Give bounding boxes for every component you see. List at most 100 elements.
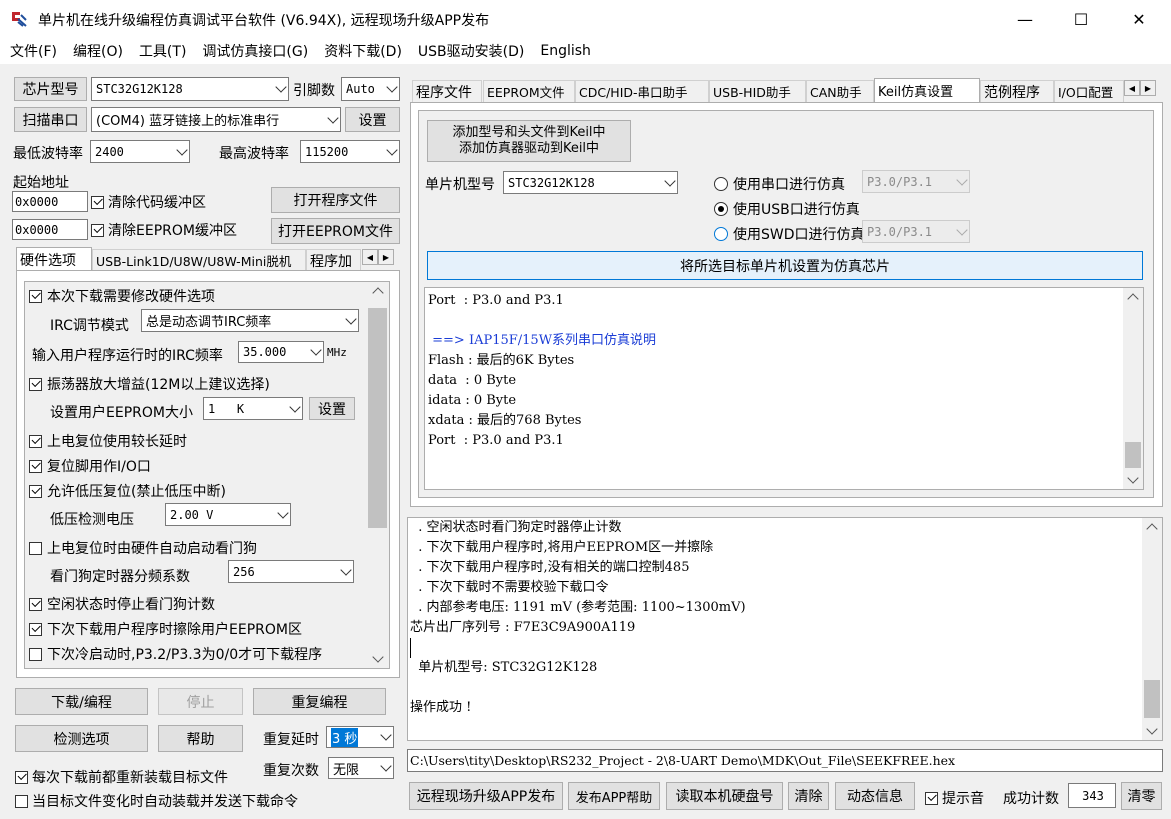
right-tab-scroll[interactable]: ◀ ▶ xyxy=(1124,80,1156,96)
reset-io-checkbox[interactable]: 复位脚用作I/O口 xyxy=(29,456,151,476)
scroll-thumb[interactable] xyxy=(368,308,387,528)
pin-count-select[interactable]: Auto xyxy=(341,77,400,101)
repeat-delay-select[interactable]: 3 秒 xyxy=(326,726,394,748)
code-address-input[interactable]: 0x0000 xyxy=(12,191,88,212)
menu-debug[interactable]: 调试仿真接口(G) xyxy=(192,41,314,61)
low-volt-reset-checkbox[interactable]: 允许低压复位(禁止低压中断) xyxy=(29,481,226,501)
irc-mode-select[interactable]: 总是动态调节IRC频率 xyxy=(141,309,359,332)
low-volt-select[interactable]: 2.00 V xyxy=(165,503,291,526)
scroll-thumb[interactable] xyxy=(1144,680,1160,718)
add-to-keil-button[interactable]: 添加型号和头文件到Keil中 添加仿真器驱动到Keil中 xyxy=(427,120,631,162)
repeat-program-button[interactable]: 重复编程 xyxy=(253,688,386,715)
menu-file[interactable]: 文件(F) xyxy=(0,41,63,61)
scan-port-button[interactable]: 扫描串口 xyxy=(14,107,87,132)
wdt-div-select[interactable]: 256 xyxy=(228,560,354,583)
menu-tools[interactable]: 工具(T) xyxy=(129,41,192,61)
scroll-up-icon[interactable] xyxy=(371,287,384,299)
max-baud-select[interactable]: 115200 xyxy=(300,140,400,163)
scroll-down-icon[interactable] xyxy=(1127,472,1139,484)
tab-hardware-options[interactable]: 硬件选项 xyxy=(16,247,92,271)
clear-log-button[interactable]: 清除 xyxy=(788,782,829,810)
reset-count-button[interactable]: 清零 xyxy=(1121,782,1162,810)
scroll-up-icon[interactable] xyxy=(1127,293,1139,305)
tab-keil-settings[interactable]: Keil仿真设置 xyxy=(874,78,980,102)
check-options-button[interactable]: 检测选项 xyxy=(15,725,148,752)
swd-sim-radio[interactable]: 使用SWD口进行仿真 xyxy=(714,224,865,244)
close-button[interactable]: ✕ xyxy=(1116,0,1162,38)
remote-upgrade-button[interactable]: 远程现场升级APP发布 xyxy=(409,782,563,810)
tab-left-icon[interactable]: ◀ xyxy=(362,249,378,265)
open-program-button[interactable]: 打开程序文件 xyxy=(271,187,400,213)
chip-type-button[interactable]: 芯片型号 xyxy=(14,77,87,101)
tab-io-config[interactable]: I/O口配置 xyxy=(1054,80,1124,102)
scroll-up-icon[interactable] xyxy=(1146,523,1158,535)
open-eeprom-button[interactable]: 打开EEPROM文件 xyxy=(271,218,400,244)
idle-wdt-checkbox[interactable]: 空闲状态时停止看门狗计数 xyxy=(29,594,215,614)
menu-usb-driver[interactable]: USB驱动安装(D) xyxy=(408,41,530,61)
osc-gain-checkbox[interactable]: 振荡器放大增益(12M以上建议选择) xyxy=(29,374,270,394)
menu-english[interactable]: English xyxy=(530,43,597,59)
set-sim-chip-button[interactable]: 将所选目标单片机设置为仿真芯片 xyxy=(427,251,1143,280)
erase-eeprom-checkbox[interactable]: 下次下载用户程序时擦除用户EEPROM区 xyxy=(29,619,302,639)
auto-send-checkbox[interactable]: 当目标文件变化时自动装载并发送下载命令 xyxy=(15,791,298,811)
maximize-button[interactable]: ☐ xyxy=(1058,0,1104,38)
eeprom-set-button[interactable]: 设置 xyxy=(309,397,355,420)
com-port-select[interactable]: (COM4) 蓝牙链接上的标准串行 xyxy=(91,107,341,132)
serial-port-select[interactable]: P3.0/P3.1 xyxy=(862,170,970,193)
sim-info-scrollbar[interactable] xyxy=(1123,288,1143,489)
app-icon xyxy=(10,10,28,28)
port-settings-button[interactable]: 设置 xyxy=(345,107,400,132)
eeprom-address-input[interactable]: 0x0000 xyxy=(12,219,88,240)
minimize-button[interactable]: — xyxy=(1002,0,1048,38)
idle-wdt-label: 空闲状态时停止看门狗计数 xyxy=(47,597,215,613)
swd-port-select[interactable]: P3.0/P3.1 xyxy=(862,220,970,243)
tab-usb-link[interactable]: USB-Link1D/U8W/U8W-Mini脱机 xyxy=(92,249,306,271)
reload-each-checkbox[interactable]: 每次下载前都重新装载目标文件 xyxy=(15,767,228,787)
tab-eeprom-file[interactable]: EEPROM文件 xyxy=(483,80,575,102)
read-disk-button[interactable]: 读取本机硬盘号 xyxy=(666,782,783,810)
menu-download[interactable]: 资料下载(D) xyxy=(314,41,408,61)
chevron-down-icon xyxy=(176,143,188,156)
tab-usb-hid[interactable]: USB-HID助手 xyxy=(709,80,806,102)
scroll-thumb[interactable] xyxy=(1125,442,1141,468)
clear-eeprom-checkbox[interactable]: 清除EEPROM缓冲区 xyxy=(91,220,237,240)
serial-sim-radio[interactable]: 使用串口进行仿真 xyxy=(714,174,845,194)
min-baud-select[interactable]: 2400 xyxy=(90,140,190,163)
tab-left-icon[interactable]: ◀ xyxy=(1124,80,1140,96)
success-count-value: 343 xyxy=(1068,783,1116,808)
log-output[interactable]: . 空闲状态时看门狗定时器停止计数 . 下次下载用户程序时,将用户EEPROM区… xyxy=(407,517,1163,741)
scroll-down-icon[interactable] xyxy=(371,651,384,663)
beep-checkbox[interactable]: 提示音 xyxy=(925,788,984,808)
log-scrollbar[interactable] xyxy=(1142,518,1162,740)
repeat-count-select[interactable]: 无限 xyxy=(328,757,394,779)
stop-button[interactable]: 停止 xyxy=(158,688,243,715)
chip-type-select[interactable]: STC32G12K128 xyxy=(91,77,289,101)
tab-program-encrypt[interactable]: 程序加 xyxy=(306,249,361,271)
irc-freq-input[interactable]: 35.000 xyxy=(238,341,324,363)
tab-program-file[interactable]: 程序文件 xyxy=(412,80,482,102)
sim-info-textbox[interactable]: Port : P3.0 and P3.1 ==> IAP15F/15W系列串口仿… xyxy=(424,287,1144,490)
tab-cdc-hid-serial[interactable]: CDC/HID-串口助手 xyxy=(575,80,709,102)
modify-hw-checkbox[interactable]: 本次下载需要修改硬件选项 xyxy=(29,286,215,306)
menu-program[interactable]: 编程(O) xyxy=(63,41,129,61)
app-help-button[interactable]: 发布APP帮助 xyxy=(568,782,660,810)
power-delay-checkbox[interactable]: 上电复位使用较长延时 xyxy=(29,431,187,451)
usb-sim-radio[interactable]: 使用USB口进行仿真 xyxy=(714,199,860,219)
auto-wdt-checkbox[interactable]: 上电复位时由硬件自动启动看门狗 xyxy=(29,538,257,558)
clear-code-checkbox[interactable]: 清除代码缓冲区 xyxy=(91,192,206,212)
file-path-field[interactable]: C:\Users\tity\Desktop\RS232_Project - 2\… xyxy=(407,749,1163,772)
dynamic-info-button[interactable]: 动态信息 xyxy=(835,782,915,810)
mcu-type-select[interactable]: STC32G12K128 xyxy=(503,171,678,194)
help-button[interactable]: 帮助 xyxy=(158,725,243,752)
hw-options-scrollbar[interactable] xyxy=(366,282,389,668)
tab-examples[interactable]: 范例程序 xyxy=(980,80,1054,102)
scroll-down-icon[interactable] xyxy=(1146,723,1158,735)
cold-boot-checkbox[interactable]: 下次冷启动时,P3.2/P3.3为0/0才可下载程序 xyxy=(29,644,322,664)
tab-scroll-buttons[interactable]: ◀ ▶ xyxy=(362,249,394,265)
download-program-button[interactable]: 下载/编程 xyxy=(15,688,148,715)
tab-right-icon[interactable]: ▶ xyxy=(378,249,394,265)
power-delay-label: 上电复位使用较长延时 xyxy=(47,434,187,450)
tab-right-icon[interactable]: ▶ xyxy=(1140,80,1156,96)
eeprom-size-select[interactable]: 1 K xyxy=(203,397,303,420)
tab-can[interactable]: CAN助手 xyxy=(806,80,874,102)
